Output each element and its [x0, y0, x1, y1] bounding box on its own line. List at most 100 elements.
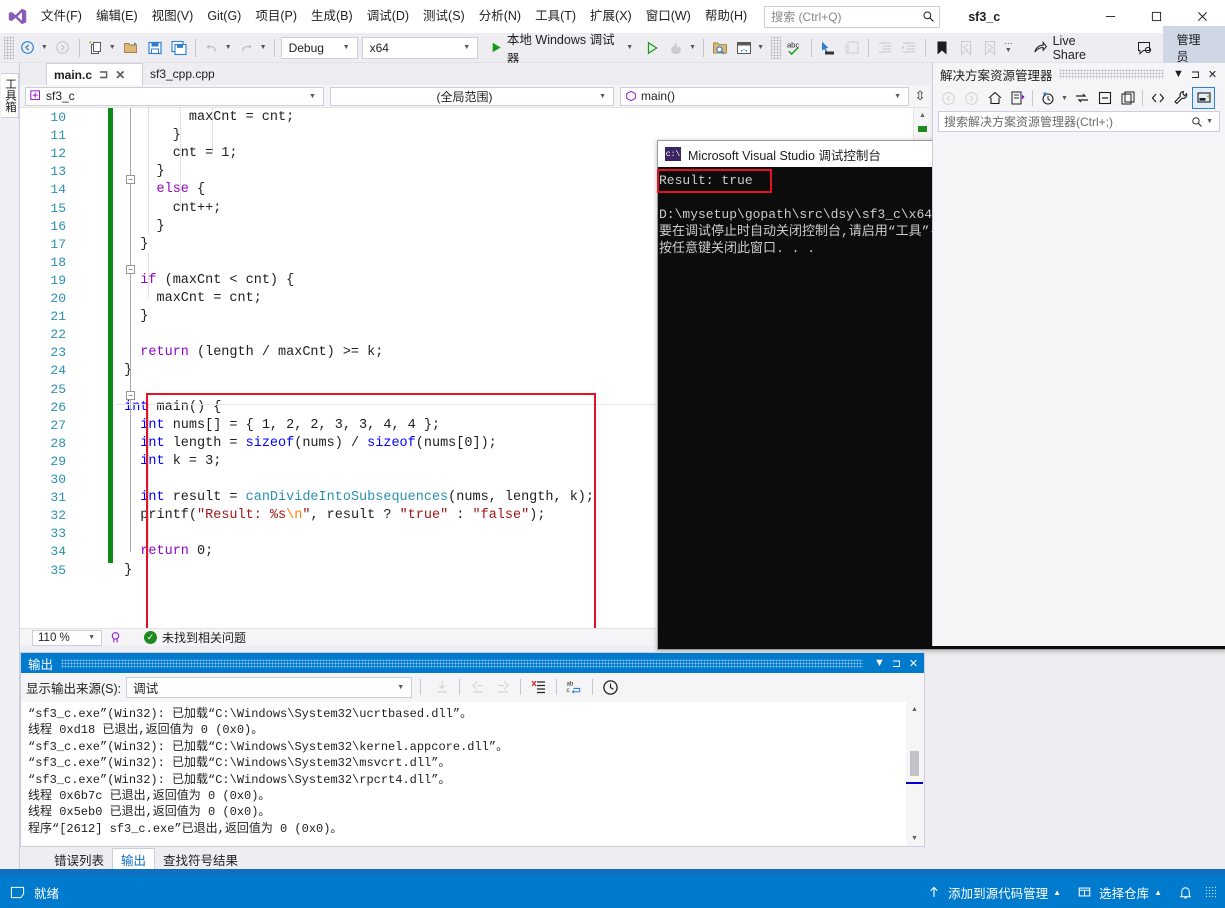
- code-line[interactable]: }: [157, 164, 165, 179]
- save-all-icon[interactable]: [167, 36, 191, 60]
- scroll-up-icon[interactable]: ▲: [914, 108, 931, 123]
- decrease-indent-icon[interactable]: [873, 36, 897, 60]
- save-file-icon[interactable]: [143, 36, 167, 60]
- previous-bookmark-icon[interactable]: [954, 36, 978, 60]
- show-all-files-icon[interactable]: [1116, 87, 1139, 109]
- close-icon[interactable]: ✕: [905, 657, 922, 670]
- live-share-button[interactable]: Live Share: [1027, 34, 1118, 62]
- redo-icon[interactable]: [235, 36, 259, 60]
- intellisense-status-icon[interactable]: [109, 631, 122, 644]
- intellicode-pointer-icon[interactable]: [816, 36, 840, 60]
- select-repository-button[interactable]: 选择仓库 ▲: [1069, 883, 1170, 902]
- hot-reload-icon[interactable]: [664, 36, 688, 60]
- menu-test[interactable]: 测试(S): [416, 0, 472, 33]
- minimize-button[interactable]: [1087, 0, 1133, 33]
- menu-project[interactable]: 项目(P): [248, 0, 304, 33]
- code-line[interactable]: int main() {: [124, 400, 221, 415]
- tab-output[interactable]: 输出: [112, 848, 156, 870]
- code-line[interactable]: }: [157, 219, 165, 234]
- go-to-previous-message-icon[interactable]: [465, 676, 490, 698]
- clear-all-icon[interactable]: [526, 676, 551, 698]
- code-line[interactable]: int nums[] = { 1, 2, 2, 3, 3, 4, 4 };: [140, 418, 440, 433]
- new-project-dropdown-icon[interactable]: ▼: [108, 44, 119, 51]
- toolbar-grip[interactable]: [4, 36, 14, 59]
- pin-icon[interactable]: ⊐: [99, 68, 108, 81]
- output-menu-icon[interactable]: ▼: [871, 657, 888, 669]
- menu-git[interactable]: Git(G): [200, 0, 248, 33]
- code-line[interactable]: }: [124, 563, 132, 578]
- toggle-word-wrap-icon[interactable]: ab c: [562, 676, 587, 698]
- build-configuration-combo[interactable]: Debug ▼: [280, 36, 358, 59]
- open-file-icon[interactable]: [119, 36, 143, 60]
- properties-wrench-icon[interactable]: [1169, 87, 1192, 109]
- go-to-next-message-icon[interactable]: [490, 676, 515, 698]
- code-line[interactable]: return (length / maxCnt) >= k;: [140, 345, 383, 360]
- switch-views-icon[interactable]: [1006, 87, 1029, 109]
- fold-toggle-line-26[interactable]: −: [126, 391, 135, 400]
- undo-dropdown-icon[interactable]: ▼: [224, 44, 235, 51]
- code-line[interactable]: maxCnt = cnt;: [189, 110, 294, 125]
- panel-drag-dots[interactable]: [1058, 69, 1164, 79]
- window-layout-dropdown-icon[interactable]: ▼: [756, 44, 767, 51]
- menu-edit[interactable]: 编辑(E): [89, 0, 145, 33]
- code-line[interactable]: cnt = 1;: [173, 146, 238, 161]
- output-text-area[interactable]: “sf3_c.exe”(Win32): 已加载“C:\Windows\Syste…: [22, 702, 908, 846]
- navigate-back-button[interactable]: [16, 36, 40, 60]
- pin-icon[interactable]: ⊐: [888, 657, 905, 670]
- pin-icon[interactable]: ⊐: [1187, 68, 1204, 81]
- project-selector-combo[interactable]: sf3_c ▼: [25, 86, 324, 106]
- output-scroll-thumb[interactable]: [910, 751, 919, 776]
- pending-changes-dropdown-icon[interactable]: ▼: [1059, 87, 1070, 109]
- back-icon[interactable]: [937, 87, 960, 109]
- editor-tab-main-c[interactable]: main.c ⊐ ✕: [46, 63, 143, 85]
- toggle-bookmark-icon[interactable]: [930, 36, 954, 60]
- split-editor-icon[interactable]: ⇳: [912, 88, 928, 104]
- toolbar-grip-2[interactable]: [771, 36, 781, 59]
- sync-with-active-document-icon[interactable]: [1070, 87, 1093, 109]
- close-icon[interactable]: ✕: [1204, 68, 1221, 81]
- code-view-icon[interactable]: [1146, 87, 1169, 109]
- menu-view[interactable]: 视图(V): [145, 0, 201, 33]
- code-line[interactable]: }: [140, 309, 148, 324]
- editor-tab-sf3-cpp[interactable]: sf3_cpp.cpp: [143, 63, 273, 85]
- close-icon[interactable]: ✕: [115, 68, 125, 82]
- code-line[interactable]: maxCnt = cnt;: [157, 291, 262, 306]
- tab-find-symbol-results[interactable]: 查找符号结果: [155, 848, 246, 870]
- output-vertical-scrollbar[interactable]: ▲ ▼: [906, 702, 923, 846]
- increase-indent-icon[interactable]: [897, 36, 921, 60]
- send-feedback-icon[interactable]: [1133, 36, 1157, 60]
- add-to-source-control-button[interactable]: 添加到源代码管理 ▲: [919, 883, 1069, 902]
- zoom-level-combo[interactable]: 110 % ▼: [32, 629, 102, 646]
- fold-toggle-line-19[interactable]: −: [126, 265, 135, 274]
- start-without-debugging-icon[interactable]: [640, 36, 664, 60]
- menu-build[interactable]: 生成(B): [304, 0, 360, 33]
- global-search-box[interactable]: 搜索 (Ctrl+Q): [764, 5, 941, 28]
- menu-help[interactable]: 帮助(H): [698, 0, 754, 33]
- code-line[interactable]: int k = 3;: [140, 454, 221, 469]
- member-selector-combo[interactable]: main() ▼: [620, 86, 910, 106]
- hot-reload-dropdown-icon[interactable]: ▼: [688, 44, 699, 51]
- toolbar-overflow-button[interactable]: ⋯ ▼: [1004, 39, 1013, 55]
- menu-debug[interactable]: 调试(D): [360, 0, 416, 33]
- collapse-all-icon[interactable]: [1093, 87, 1116, 109]
- menu-window[interactable]: 窗口(W): [639, 0, 698, 33]
- code-line[interactable]: int length = sizeof(nums) / sizeof(nums[…: [140, 436, 496, 451]
- code-line[interactable]: }: [140, 237, 148, 252]
- code-line[interactable]: if (maxCnt < cnt) {: [140, 273, 294, 288]
- notifications-button[interactable]: [1170, 885, 1201, 900]
- fold-toggle-line-14[interactable]: −: [126, 175, 135, 184]
- show-timestamps-icon[interactable]: [598, 676, 623, 698]
- spell-check-icon[interactable]: abc: [783, 36, 807, 60]
- solution-explorer-search-box[interactable]: 搜索解决方案资源管理器(Ctrl+;) ▼: [938, 111, 1220, 132]
- preview-selected-items-icon[interactable]: [1192, 87, 1215, 109]
- scroll-down-icon[interactable]: ▼: [906, 831, 923, 846]
- forward-icon[interactable]: [960, 87, 983, 109]
- navigate-forward-button[interactable]: [51, 36, 75, 60]
- navigate-back-dropdown-icon[interactable]: ▼: [40, 44, 51, 51]
- solution-search-folder-icon[interactable]: [708, 36, 732, 60]
- menu-file[interactable]: 文件(F): [34, 0, 89, 33]
- toolbox-tab[interactable]: 工具箱: [1, 73, 19, 118]
- new-project-icon[interactable]: [84, 36, 108, 60]
- find-message-icon[interactable]: [429, 676, 454, 698]
- scope-selector-combo[interactable]: (全局范围) ▼: [329, 86, 615, 106]
